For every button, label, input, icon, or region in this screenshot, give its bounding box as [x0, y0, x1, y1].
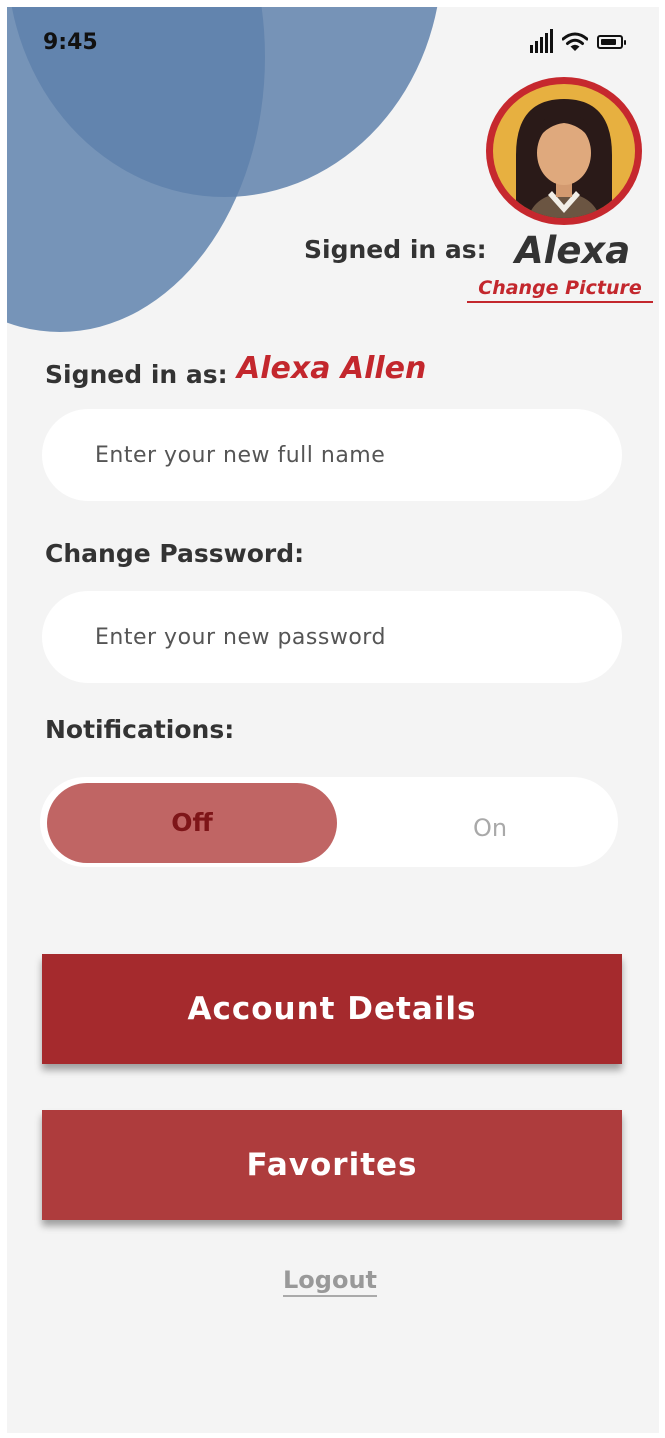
logout-link[interactable]: Logout: [283, 1265, 378, 1297]
account-details-button[interactable]: Account Details: [42, 954, 622, 1064]
signed-in-label: Signed in as:: [304, 235, 487, 264]
app-screen: 9:45 Signed in as: Alexa Change Picture …: [7, 7, 659, 1433]
password-label: Change Password:: [45, 539, 305, 568]
user-full-name: Alexa Allen: [237, 351, 427, 386]
battery-icon: [597, 35, 626, 49]
user-short-name: Alexa: [515, 229, 631, 272]
change-picture-link[interactable]: Change Picture: [467, 275, 653, 303]
status-time: 9:45: [43, 30, 98, 55]
notifications-label: Notifications:: [45, 715, 235, 744]
status-icons: [530, 29, 626, 53]
password-input[interactable]: [42, 591, 622, 683]
wifi-icon: [562, 32, 588, 51]
favorites-button[interactable]: Favorites: [42, 1110, 622, 1220]
toggle-on-option[interactable]: On: [430, 783, 550, 873]
signal-icon: [530, 29, 553, 53]
notifications-toggle[interactable]: Off On: [40, 777, 618, 867]
toggle-off-option[interactable]: Off: [47, 783, 337, 863]
status-bar: 9:45: [7, 7, 659, 77]
full-name-input[interactable]: [42, 409, 622, 501]
avatar[interactable]: [486, 77, 642, 225]
signed-in-label: Signed in as:: [45, 360, 228, 389]
